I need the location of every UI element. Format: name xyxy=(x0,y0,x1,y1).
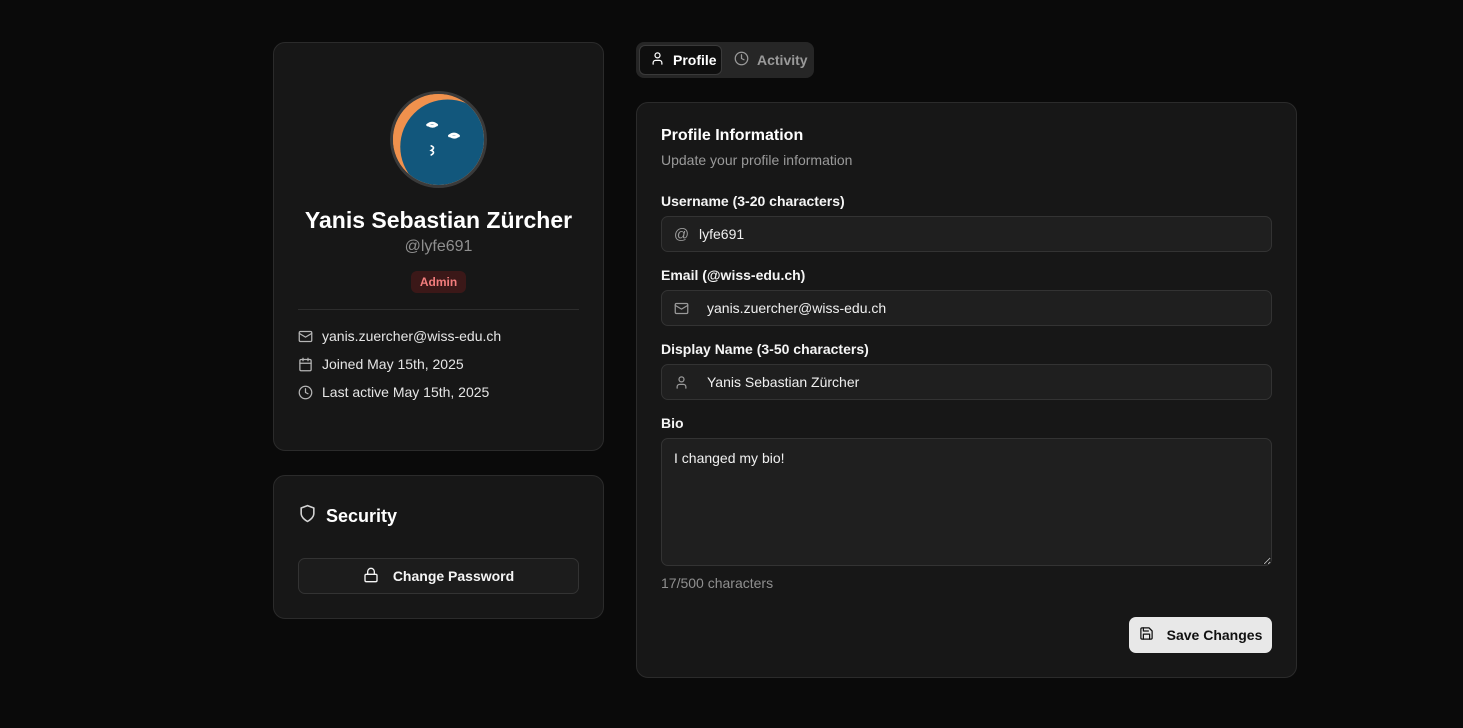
tab-activity-label: Activity xyxy=(757,52,808,68)
user-icon xyxy=(650,51,665,69)
profile-display-name: Yanis Sebastian Zürcher xyxy=(304,207,573,233)
calendar-icon xyxy=(298,357,313,372)
avatar-illustration xyxy=(393,94,484,185)
divider xyxy=(298,309,579,310)
bio-label: Bio xyxy=(661,415,684,431)
save-icon xyxy=(1139,626,1154,644)
profile-form-card: Profile Information Update your profile … xyxy=(636,102,1297,678)
security-title: Security xyxy=(298,504,397,528)
tab-profile-label: Profile xyxy=(673,52,717,68)
email-input[interactable] xyxy=(707,291,1271,325)
bio-char-count: 17/500 characters xyxy=(661,575,774,591)
form-subtitle: Update your profile information xyxy=(661,152,853,168)
avatar[interactable] xyxy=(390,91,487,188)
display-name-field-wrapper xyxy=(661,364,1272,400)
save-changes-button[interactable]: Save Changes xyxy=(1129,617,1272,653)
username-input[interactable] xyxy=(699,217,1271,251)
save-changes-label: Save Changes xyxy=(1166,627,1263,643)
form-title: Profile Information xyxy=(661,127,804,144)
profile-handle: @lyfe691 xyxy=(404,238,473,255)
info-last-active: Last active May 15th, 2025 xyxy=(298,384,489,400)
change-password-button[interactable]: Change Password xyxy=(298,558,579,594)
at-sign-icon: @ xyxy=(673,225,690,243)
tab-activity[interactable]: Activity xyxy=(724,45,818,75)
info-joined: Joined May 15th, 2025 xyxy=(298,356,464,372)
username-field-wrapper: @ xyxy=(661,216,1272,252)
username-label: Username (3-20 characters) xyxy=(661,193,845,209)
mail-icon xyxy=(298,329,313,344)
clock-icon xyxy=(734,51,749,69)
info-joined-text: Joined May 15th, 2025 xyxy=(322,356,464,372)
shield-icon xyxy=(298,504,317,528)
lock-icon xyxy=(363,567,379,586)
clock-icon xyxy=(298,385,313,400)
mail-icon xyxy=(674,301,689,316)
bio-textarea[interactable]: I changed my bio! xyxy=(661,438,1272,566)
info-email: yanis.zuercher@wiss-edu.ch xyxy=(298,328,501,344)
role-badge: Admin xyxy=(411,271,466,293)
info-last-active-text: Last active May 15th, 2025 xyxy=(322,384,490,400)
change-password-label: Change Password xyxy=(392,568,515,584)
info-email-text: yanis.zuercher@wiss-edu.ch xyxy=(322,328,502,344)
security-card: Security Change Password xyxy=(273,475,604,619)
display-name-input[interactable] xyxy=(707,365,1271,399)
security-title-text: Security xyxy=(326,505,398,526)
display-name-label: Display Name (3-50 characters) xyxy=(661,341,869,357)
profile-card: Yanis Sebastian Zürcher @lyfe691 Admin y… xyxy=(273,42,604,451)
tab-list: Profile Activity xyxy=(636,42,814,78)
user-icon xyxy=(674,375,689,390)
email-field-wrapper xyxy=(661,290,1272,326)
email-label: Email (@wiss-edu.ch) xyxy=(661,267,806,283)
tab-profile[interactable]: Profile xyxy=(639,45,722,75)
